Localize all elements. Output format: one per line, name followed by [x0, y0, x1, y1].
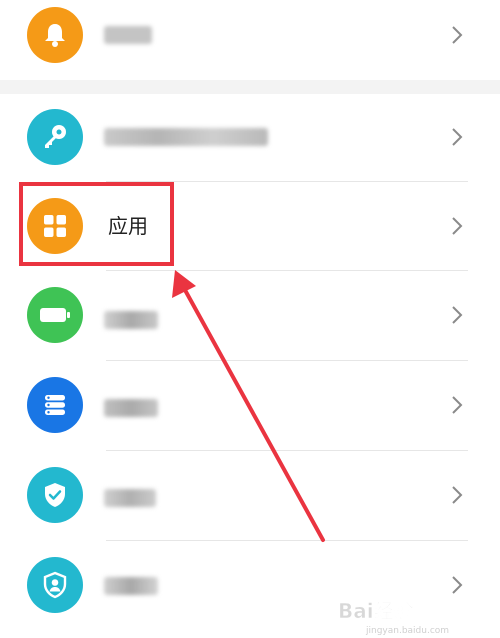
obscured-label [104, 577, 158, 595]
chevron-right-icon [452, 486, 463, 504]
chevron-right-icon [452, 576, 463, 594]
obscured-label [104, 128, 268, 146]
obscured-label [104, 26, 152, 44]
storage-icon [27, 377, 83, 433]
battery-icon [27, 287, 83, 343]
baidu-watermark-logo: Bai经验 jingyan.baidu.com [338, 599, 449, 636]
chevron-right-icon [452, 306, 463, 324]
bell-icon [27, 7, 83, 63]
settings-item-safety[interactable] [0, 451, 500, 541]
obscured-label [104, 399, 158, 417]
settings-item-storage[interactable] [0, 361, 500, 451]
chevron-right-icon [452, 396, 463, 414]
obscured-label [104, 489, 156, 507]
watermark-text: Bai经验 [338, 599, 414, 623]
shield-check-icon [27, 467, 83, 523]
settings-screen: 应用 Bai经验 jingyan.baidu.com [0, 0, 500, 638]
chevron-right-icon [452, 128, 463, 146]
annotation-highlight-box [19, 182, 174, 266]
settings-item-security[interactable] [0, 92, 500, 182]
chevron-right-icon [452, 217, 463, 235]
settings-item-battery[interactable] [0, 271, 500, 361]
settings-item-notifications[interactable] [0, 0, 500, 80]
user-shield-icon [27, 557, 83, 613]
key-icon [27, 109, 83, 165]
chevron-right-icon [452, 26, 463, 44]
watermark-subtext: jingyan.baidu.com [365, 626, 449, 636]
obscured-label [104, 311, 158, 329]
